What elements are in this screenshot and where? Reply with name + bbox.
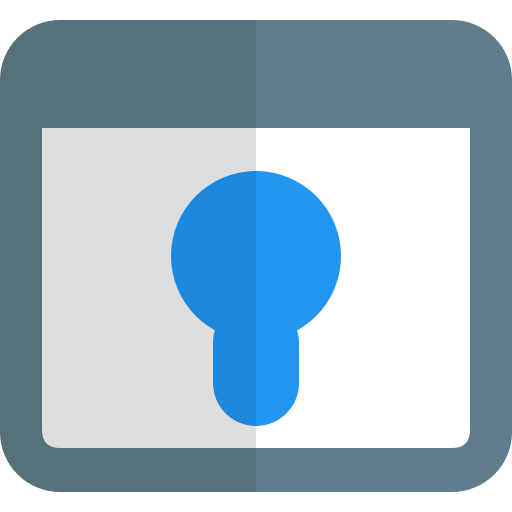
browser-keyhole-icon [0, 20, 512, 492]
icon-canvas [0, 0, 512, 512]
